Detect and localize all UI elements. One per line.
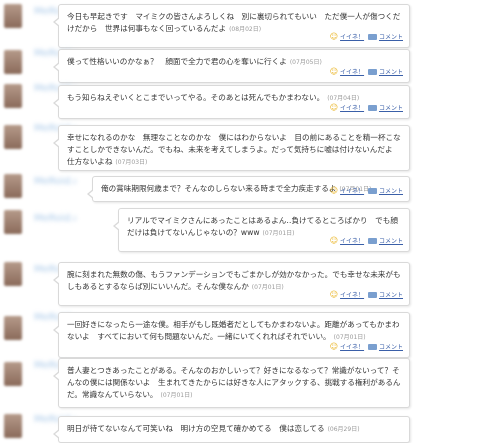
post-actions: ☺ イイネ！ コメント	[328, 185, 403, 198]
avatar[interactable]	[4, 362, 22, 386]
avatar[interactable]	[4, 316, 22, 340]
avatar[interactable]	[4, 414, 22, 438]
post-text: もう知らねえぞいくとこまでいってやる。そのあとは死んでもかまわない。	[67, 93, 325, 102]
post-text: 俺の賞味期限何歳まで？そんなのしらない来る時まで全力疾走するよ	[101, 184, 337, 193]
post-bubble: 明日が待てないなんて可笑いね 明け方の空見て確かめてる 僕は恋してる (06月29…	[53, 416, 410, 443]
like-link[interactable]: イイネ！	[340, 292, 364, 299]
post-date: (07月04日)	[327, 95, 360, 102]
avatar[interactable]	[4, 174, 22, 198]
avatar[interactable]	[4, 4, 22, 28]
post-date: (07月03日)	[115, 159, 148, 166]
post-bubble: リアルでマイミクさんにあったことはあるよん‥負けてるところばかり でも顔だけは負…	[113, 208, 410, 252]
like-icon[interactable]: ☺	[330, 186, 338, 195]
like-icon[interactable]: ☺	[330, 32, 338, 41]
post-actions: ☺ イイネ！ コメント	[328, 102, 403, 115]
like-link[interactable]: イイネ！	[340, 344, 364, 351]
comment-icon[interactable]	[367, 238, 377, 244]
like-icon[interactable]: ☺	[330, 236, 338, 245]
like-icon[interactable]: ☺	[330, 103, 338, 112]
post-bubble: 腕に刻まれた無数の傷、もうファンデーションでもごまかしが効かなかった。でも幸せな…	[53, 262, 410, 306]
post-bubble: もう知らねえぞいくとこまでいってやる。そのあとは死んでもかまわない。 (07月04…	[53, 85, 410, 119]
like-link[interactable]: イイネ！	[340, 34, 364, 41]
post-text: 普人妻とつきあったことがある。そんなのおかしいって？好きになるなって？常識がない…	[67, 366, 401, 399]
like-link[interactable]: イイネ！	[340, 105, 364, 112]
comment-icon[interactable]	[367, 69, 377, 75]
comment-link[interactable]: コメント	[379, 34, 403, 41]
comment-link[interactable]: コメント	[379, 292, 403, 299]
post-actions: ☺ イイネ！ コメント	[328, 66, 403, 79]
comment-icon[interactable]	[367, 34, 377, 40]
post-text: 明日が待てないなんて可笑いね 明け方の空見て確かめてる 僕は恋してる	[67, 424, 325, 433]
comment-icon[interactable]	[367, 188, 377, 194]
comment-icon[interactable]	[367, 105, 377, 111]
username[interactable]: MeRoid.d	[34, 213, 76, 223]
post-date: (07月05日)	[289, 59, 322, 66]
avatar[interactable]	[4, 262, 22, 286]
post-date: (07月01日)	[251, 284, 284, 291]
post-bubble: 俺の賞味期限何歳まで？そんなのしらない来る時まで全力疾走するよ (07月01日) …	[87, 176, 410, 202]
comment-link[interactable]: コメント	[379, 344, 403, 351]
avatar[interactable]	[4, 50, 22, 74]
like-link[interactable]: イイネ！	[340, 238, 364, 245]
comment-link[interactable]: コメント	[379, 69, 403, 76]
comment-link[interactable]: コメント	[379, 105, 403, 112]
post-bubble: 一回好きになったら一途な僕。相手がもし既婚者だとしてもかまわないよ。距離があって…	[53, 312, 410, 358]
post-bubble: 普人妻とつきあったことがある。そんなのおかしいって？好きになるなって？常識がない…	[53, 358, 410, 408]
post-date: (08月02日)	[229, 26, 262, 33]
avatar[interactable]	[4, 210, 22, 234]
post-date: (06月29日)	[327, 426, 360, 433]
post-bubble: 僕って性格いいのかなぁ？ 顔面で全力で君の心を奪いに行くよ (07月05日) ☺ イ…	[53, 49, 410, 83]
avatar[interactable]	[4, 125, 22, 149]
post-actions: ☺ イイネ！ コメント	[328, 31, 403, 44]
like-link[interactable]: イイネ！	[340, 69, 364, 76]
post-date: (07月01日)	[160, 392, 193, 399]
comment-link[interactable]: コメント	[379, 238, 403, 245]
post-date: (07月01日)	[262, 230, 295, 237]
post-actions: ☺ イイネ！ コメント	[328, 341, 403, 354]
like-icon[interactable]: ☺	[330, 290, 338, 299]
post-text: 腕に刻まれた無数の傷、もうファンデーションでもごまかしが効かなかった。でも幸せな…	[67, 270, 401, 291]
post-date: (07月01日)	[333, 334, 366, 341]
post-actions: ☺ イイネ！ コメント	[328, 235, 403, 248]
like-icon[interactable]: ☺	[330, 67, 338, 76]
like-icon[interactable]: ☺	[330, 342, 338, 351]
post-bubble: 幸せになれるのかな 無理なことなのかな 僕にはわからないよ 目の前にあることを精…	[53, 125, 410, 171]
post-actions: ☺ イイネ！ コメント	[328, 289, 403, 302]
post-bubble: 今日も早起きです マイミクの皆さんよろしくね 別に裏切られてもいい ただ僕一人が…	[53, 4, 410, 48]
post-text: 僕って性格いいのかなぁ？ 顔面で全力で君の心を奪いに行くよ	[67, 57, 287, 66]
like-link[interactable]: イイネ！	[340, 188, 364, 195]
comment-link[interactable]: コメント	[379, 188, 403, 195]
comment-icon[interactable]	[367, 344, 377, 350]
comment-icon[interactable]	[367, 292, 377, 298]
username[interactable]: MeRoid.d	[34, 176, 76, 186]
avatar[interactable]	[4, 84, 22, 108]
